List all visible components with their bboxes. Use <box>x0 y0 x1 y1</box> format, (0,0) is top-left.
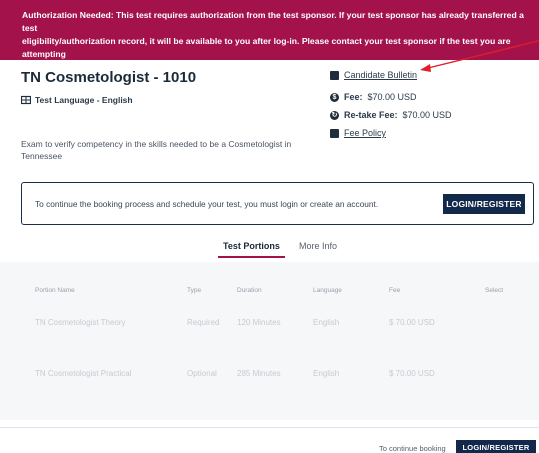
column-header-type: Type <box>187 287 202 294</box>
alert-line-1: Authorization Needed: This test requires… <box>22 10 524 33</box>
dollar-icon: $ <box>330 92 339 102</box>
row-1-language: English <box>313 318 340 327</box>
login-register-button[interactable]: LOGIN/REGISTER <box>443 194 525 214</box>
test-description: Exam to verify competency in the skills … <box>21 139 292 161</box>
test-language-label: Test Language - English <box>35 95 133 105</box>
row-1-duration: 120 Minutes <box>237 318 281 327</box>
fee-row: $ Fee: $70.00 USD <box>330 92 417 102</box>
login-prompt-box: To continue the booking process and sche… <box>21 182 534 225</box>
row-2-fee: $ 70.00 USD <box>389 369 435 378</box>
footer-divider <box>0 427 539 428</box>
retake-fee-value: $70.00 USD <box>402 110 452 120</box>
row-1-type: Required <box>187 318 220 327</box>
row-1-portion-name: TN Cosmetologist Theory <box>35 318 126 327</box>
test-title: TN Cosmetologist - 1010 <box>21 69 197 86</box>
tab-more-info[interactable]: More Info <box>299 241 337 251</box>
row-2-portion-name: TN Cosmetologist Practical <box>35 369 132 378</box>
test-language: Test Language - English <box>21 95 133 105</box>
login-prompt-message: To continue the booking process and sche… <box>35 199 379 209</box>
candidate-bulletin-row[interactable]: Candidate Bulletin <box>330 70 417 80</box>
footer-message: To continue booking <box>379 444 446 453</box>
fee-policy-row[interactable]: Fee Policy <box>330 128 386 138</box>
document-icon <box>330 70 339 80</box>
candidate-bulletin-link[interactable]: Candidate Bulletin <box>344 70 417 80</box>
retake-fee-row: ↻ Re-take Fee: $70.00 USD <box>330 110 452 120</box>
document-icon <box>330 128 339 138</box>
fee-value: $70.00 USD <box>367 92 417 102</box>
footer-login-register-button[interactable]: LOGIN/REGISTER <box>456 440 536 453</box>
fee-policy-link[interactable]: Fee Policy <box>344 128 386 138</box>
column-header-fee: Fee <box>389 287 401 294</box>
row-1-fee: $ 70.00 USD <box>389 318 435 327</box>
column-header-duration: Duration <box>237 287 262 294</box>
column-header-language: Language <box>313 287 342 294</box>
annotation-arrow-icon <box>420 40 539 72</box>
column-header-portion-name: Portion Name <box>35 287 75 294</box>
retake-icon: ↻ <box>330 110 339 120</box>
row-2-duration: 285 Minutes <box>237 369 281 378</box>
language-icon <box>21 95 31 105</box>
column-header-select: Select <box>485 287 504 294</box>
tab-test-portions[interactable]: Test Portions <box>223 241 280 251</box>
active-tab-indicator <box>218 256 285 258</box>
test-portions-table <box>0 262 539 420</box>
row-2-language: English <box>313 369 340 378</box>
fee-label: Fee: <box>344 92 363 102</box>
row-2-type: Optional <box>187 369 217 378</box>
retake-fee-label: Re-take Fee: <box>344 110 398 120</box>
